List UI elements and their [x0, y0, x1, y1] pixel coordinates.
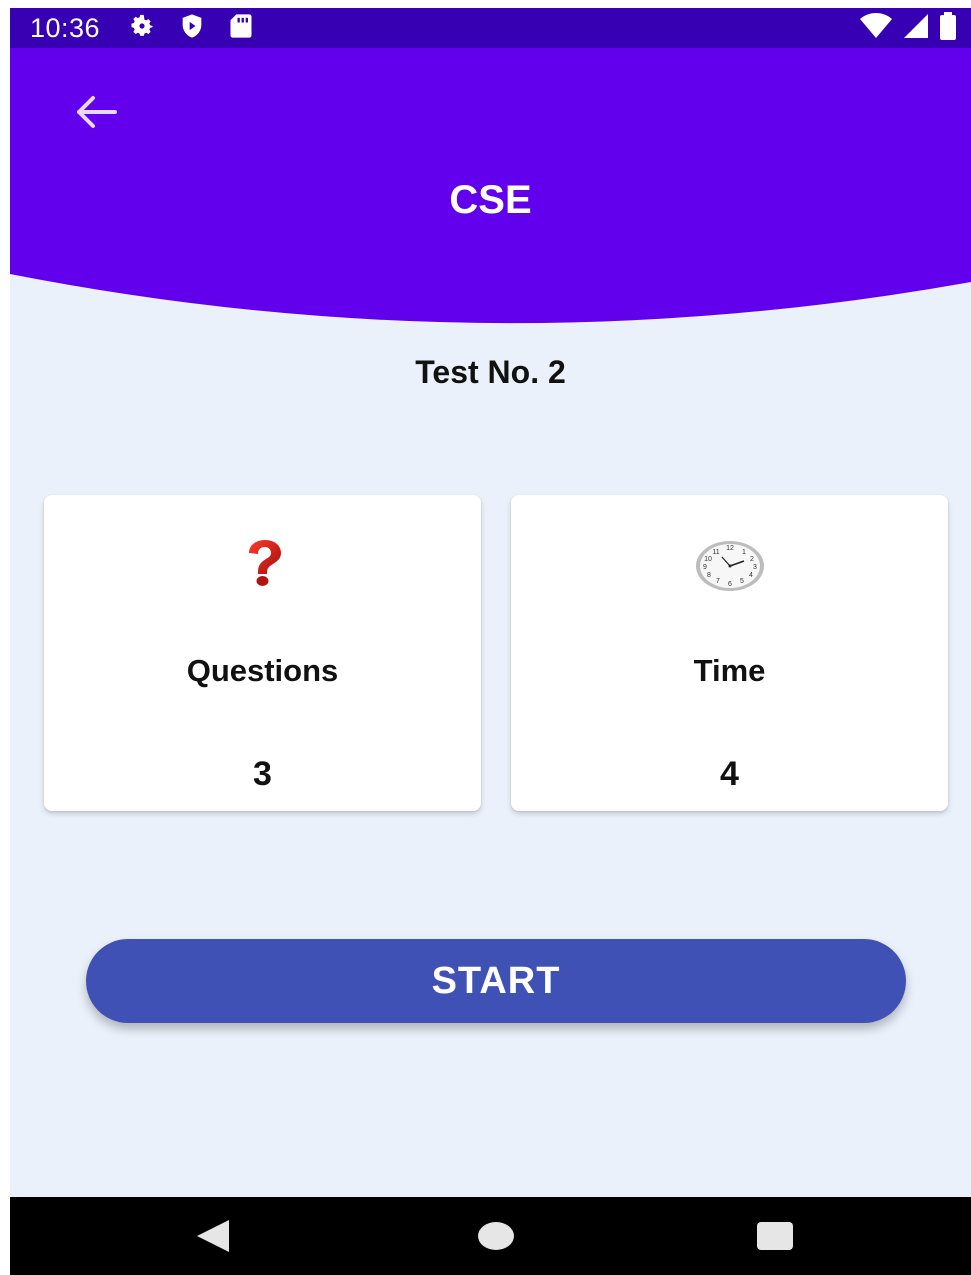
- svg-text:3: 3: [753, 564, 757, 571]
- svg-text:1: 1: [742, 549, 746, 556]
- questions-card: Questions 3: [44, 495, 481, 811]
- svg-text:4: 4: [749, 572, 753, 579]
- phone-screen: 10:36 CSE Test No. 2 Questions 3 12 1 2 …: [10, 8, 971, 1275]
- time-label: Time: [693, 653, 766, 688]
- time-card: 12 1 2 3 4 5 6 7 8 9 10 11 Time 4: [511, 495, 948, 811]
- nav-recents-button[interactable]: [725, 1197, 825, 1275]
- shield-play-icon: [178, 12, 206, 45]
- question-mark-icon: [248, 540, 281, 586]
- status-bar: 10:36: [10, 8, 971, 48]
- svg-text:7: 7: [716, 578, 720, 585]
- clock-icon: 12 1 2 3 4 5 6 7 8 9 10 11: [695, 541, 764, 591]
- start-button[interactable]: START: [86, 939, 906, 1023]
- nav-recents-icon: [757, 1222, 793, 1250]
- svg-text:12: 12: [726, 545, 734, 552]
- svg-text:11: 11: [712, 549, 719, 556]
- signal-icon: [903, 13, 929, 44]
- test-title: Test No. 2: [415, 354, 566, 390]
- nav-home-icon: [478, 1222, 514, 1250]
- page-title: CSE: [449, 178, 532, 222]
- arrow-left-icon: [77, 96, 117, 128]
- nav-home-button[interactable]: [446, 1197, 546, 1275]
- nav-back-button[interactable]: [163, 1197, 263, 1275]
- app-header: CSE: [10, 48, 971, 328]
- questions-count: 3: [253, 755, 272, 793]
- svg-text:9: 9: [703, 564, 707, 571]
- questions-label: Questions: [186, 653, 339, 688]
- gear-icon: [128, 12, 156, 45]
- time-value: 4: [720, 755, 739, 793]
- svg-text:8: 8: [707, 572, 711, 579]
- sd-card-icon: [228, 12, 254, 45]
- status-time: 10:36: [30, 12, 101, 43]
- wifi-icon: [859, 12, 893, 44]
- navigation-bar: [10, 1197, 971, 1275]
- back-button[interactable]: [68, 90, 124, 134]
- svg-text:10: 10: [704, 556, 712, 563]
- svg-text:6: 6: [728, 581, 732, 588]
- nav-back-icon: [197, 1220, 229, 1252]
- svg-text:2: 2: [750, 556, 754, 563]
- battery-icon: [939, 11, 957, 45]
- svg-text:5: 5: [740, 578, 744, 585]
